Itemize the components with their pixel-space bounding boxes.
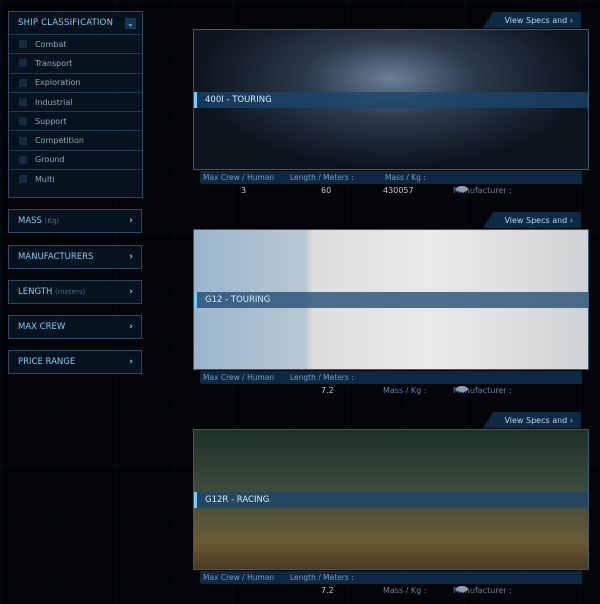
classification-item[interactable]: Support — [9, 111, 142, 130]
manufacturer-logo-icon — [456, 186, 468, 192]
classification-label: Combat — [35, 39, 67, 49]
ship-name: G12 - TOURING — [205, 295, 271, 305]
checkbox[interactable] — [19, 175, 27, 184]
filter-length[interactable]: LENGTH (meters) › — [8, 280, 142, 304]
ship-name: G12R - RACING — [205, 495, 270, 505]
checkbox[interactable] — [19, 117, 27, 126]
view-specs-button[interactable]: View Specs and › — [483, 212, 581, 228]
checkbox[interactable] — [19, 155, 27, 164]
view-specs-label: View Specs and — [504, 215, 568, 225]
checkbox[interactable] — [19, 136, 27, 145]
classification-item[interactable]: Competition — [9, 130, 142, 149]
mass-label: Mass / Kg : — [383, 586, 427, 595]
classification-item[interactable]: Combat — [9, 34, 142, 53]
ship-name-bar: G12R - RACING — [194, 492, 588, 508]
mass-label: Mass / Kg : — [385, 173, 426, 182]
chevron-right-icon: › — [569, 15, 573, 25]
chevron-right-icon: › — [569, 215, 573, 225]
chevron-right-icon: › — [129, 252, 133, 262]
ship-name: 400I - TOURING — [205, 95, 272, 105]
chevron-down-icon[interactable]: ⌄ — [125, 17, 136, 29]
filter-label: MAX CREW — [18, 322, 66, 332]
checkbox[interactable] — [19, 59, 27, 68]
view-specs-label: View Specs and — [504, 415, 568, 425]
stats-header: Max Crew / Human Length / Meters : Mass … — [200, 171, 582, 184]
ship-classification-panel: SHIP CLASSIFICATION ⌄ Combat Transport Exp… — [8, 11, 143, 198]
view-specs-label: View Specs and — [504, 15, 568, 25]
classification-label: Competition — [35, 136, 84, 146]
max-crew-value: 3 — [241, 186, 247, 195]
mass-label: Mass / Kg : — [383, 386, 427, 395]
stats-values: 7.2 Mass / Kg : Manufacturer : — [200, 586, 582, 598]
chevron-right-icon: › — [129, 357, 133, 367]
filter-label: MANUFACTURERS — [18, 252, 94, 262]
chevron-right-icon: › — [129, 287, 133, 297]
mass-value: 430057 — [383, 186, 414, 195]
max-crew-label: Max Crew / Human — [203, 373, 275, 382]
classification-label: Industrial — [35, 97, 73, 107]
filter-unit: (Kg) — [44, 217, 60, 225]
length-label: Length / Meters : — [290, 573, 354, 582]
stats-header: Max Crew / Human Length / Meters : — [200, 371, 582, 384]
checkbox[interactable] — [19, 78, 27, 87]
ship-name-bar: 400I - TOURING — [194, 92, 588, 108]
classification-item[interactable]: Ground — [9, 149, 142, 169]
filter-mass[interactable]: MASS (Kg) › — [8, 209, 142, 233]
ship-name-bar: G12 - TOURING — [194, 292, 588, 308]
classification-item[interactable]: Transport — [9, 53, 142, 72]
stats-values: 3 60 430057 Manufacturer : — [200, 186, 582, 198]
manufacturer-logo-icon — [456, 586, 468, 592]
filter-label: MASS — [18, 216, 42, 226]
classification-item[interactable]: Exploration — [9, 72, 142, 92]
filter-label: PRICE RANGE — [18, 357, 76, 367]
filter-unit: (meters) — [55, 288, 86, 296]
ship-image[interactable]: G12R - RACING — [193, 429, 589, 570]
classification-label: Exploration — [35, 78, 81, 88]
classification-label: Ground — [35, 155, 65, 165]
max-crew-label: Max Crew / Human — [203, 173, 275, 182]
classification-item[interactable]: Multi — [9, 169, 142, 188]
chevron-right-icon: › — [129, 216, 133, 226]
max-crew-label: Max Crew / Human — [203, 573, 275, 582]
ship-image[interactable]: G12 - TOURING — [193, 229, 589, 370]
length-label: Length / Meters : — [290, 373, 354, 382]
view-specs-button[interactable]: View Specs and › — [483, 412, 581, 428]
classification-item[interactable]: Industrial — [9, 91, 142, 111]
stats-values: 7.2 Mass / Kg : Manufacturer : — [200, 386, 582, 398]
filter-label: LENGTH — [18, 287, 53, 297]
ship-classification-header[interactable]: SHIP CLASSIFICATION ⌄ — [9, 12, 142, 34]
filter-price-range[interactable]: PRICE RANGE › — [8, 350, 142, 374]
ship-image[interactable]: 400I - TOURING — [193, 29, 589, 170]
chevron-right-icon: › — [569, 415, 573, 425]
checkbox[interactable] — [19, 98, 27, 107]
stats-header: Max Crew / Human Length / Meters : — [200, 571, 582, 584]
length-value: 7.2 — [321, 586, 334, 595]
manufacturer-logo-icon — [456, 386, 468, 392]
chevron-right-icon: › — [129, 322, 133, 332]
view-specs-button[interactable]: View Specs and › — [483, 12, 581, 28]
checkbox[interactable] — [19, 40, 27, 49]
filter-max-crew[interactable]: MAX CREW › — [8, 315, 142, 339]
classification-label: Support — [35, 116, 67, 126]
length-label: Length / Meters : — [290, 173, 354, 182]
classification-label: Transport — [35, 58, 73, 68]
length-value: 60 — [321, 186, 332, 195]
classification-label: Multi — [35, 174, 55, 184]
ship-classification-title: SHIP CLASSIFICATION — [18, 18, 114, 28]
length-value: 7.2 — [321, 386, 334, 395]
filter-manufacturers[interactable]: MANUFACTURERS › — [8, 245, 142, 269]
